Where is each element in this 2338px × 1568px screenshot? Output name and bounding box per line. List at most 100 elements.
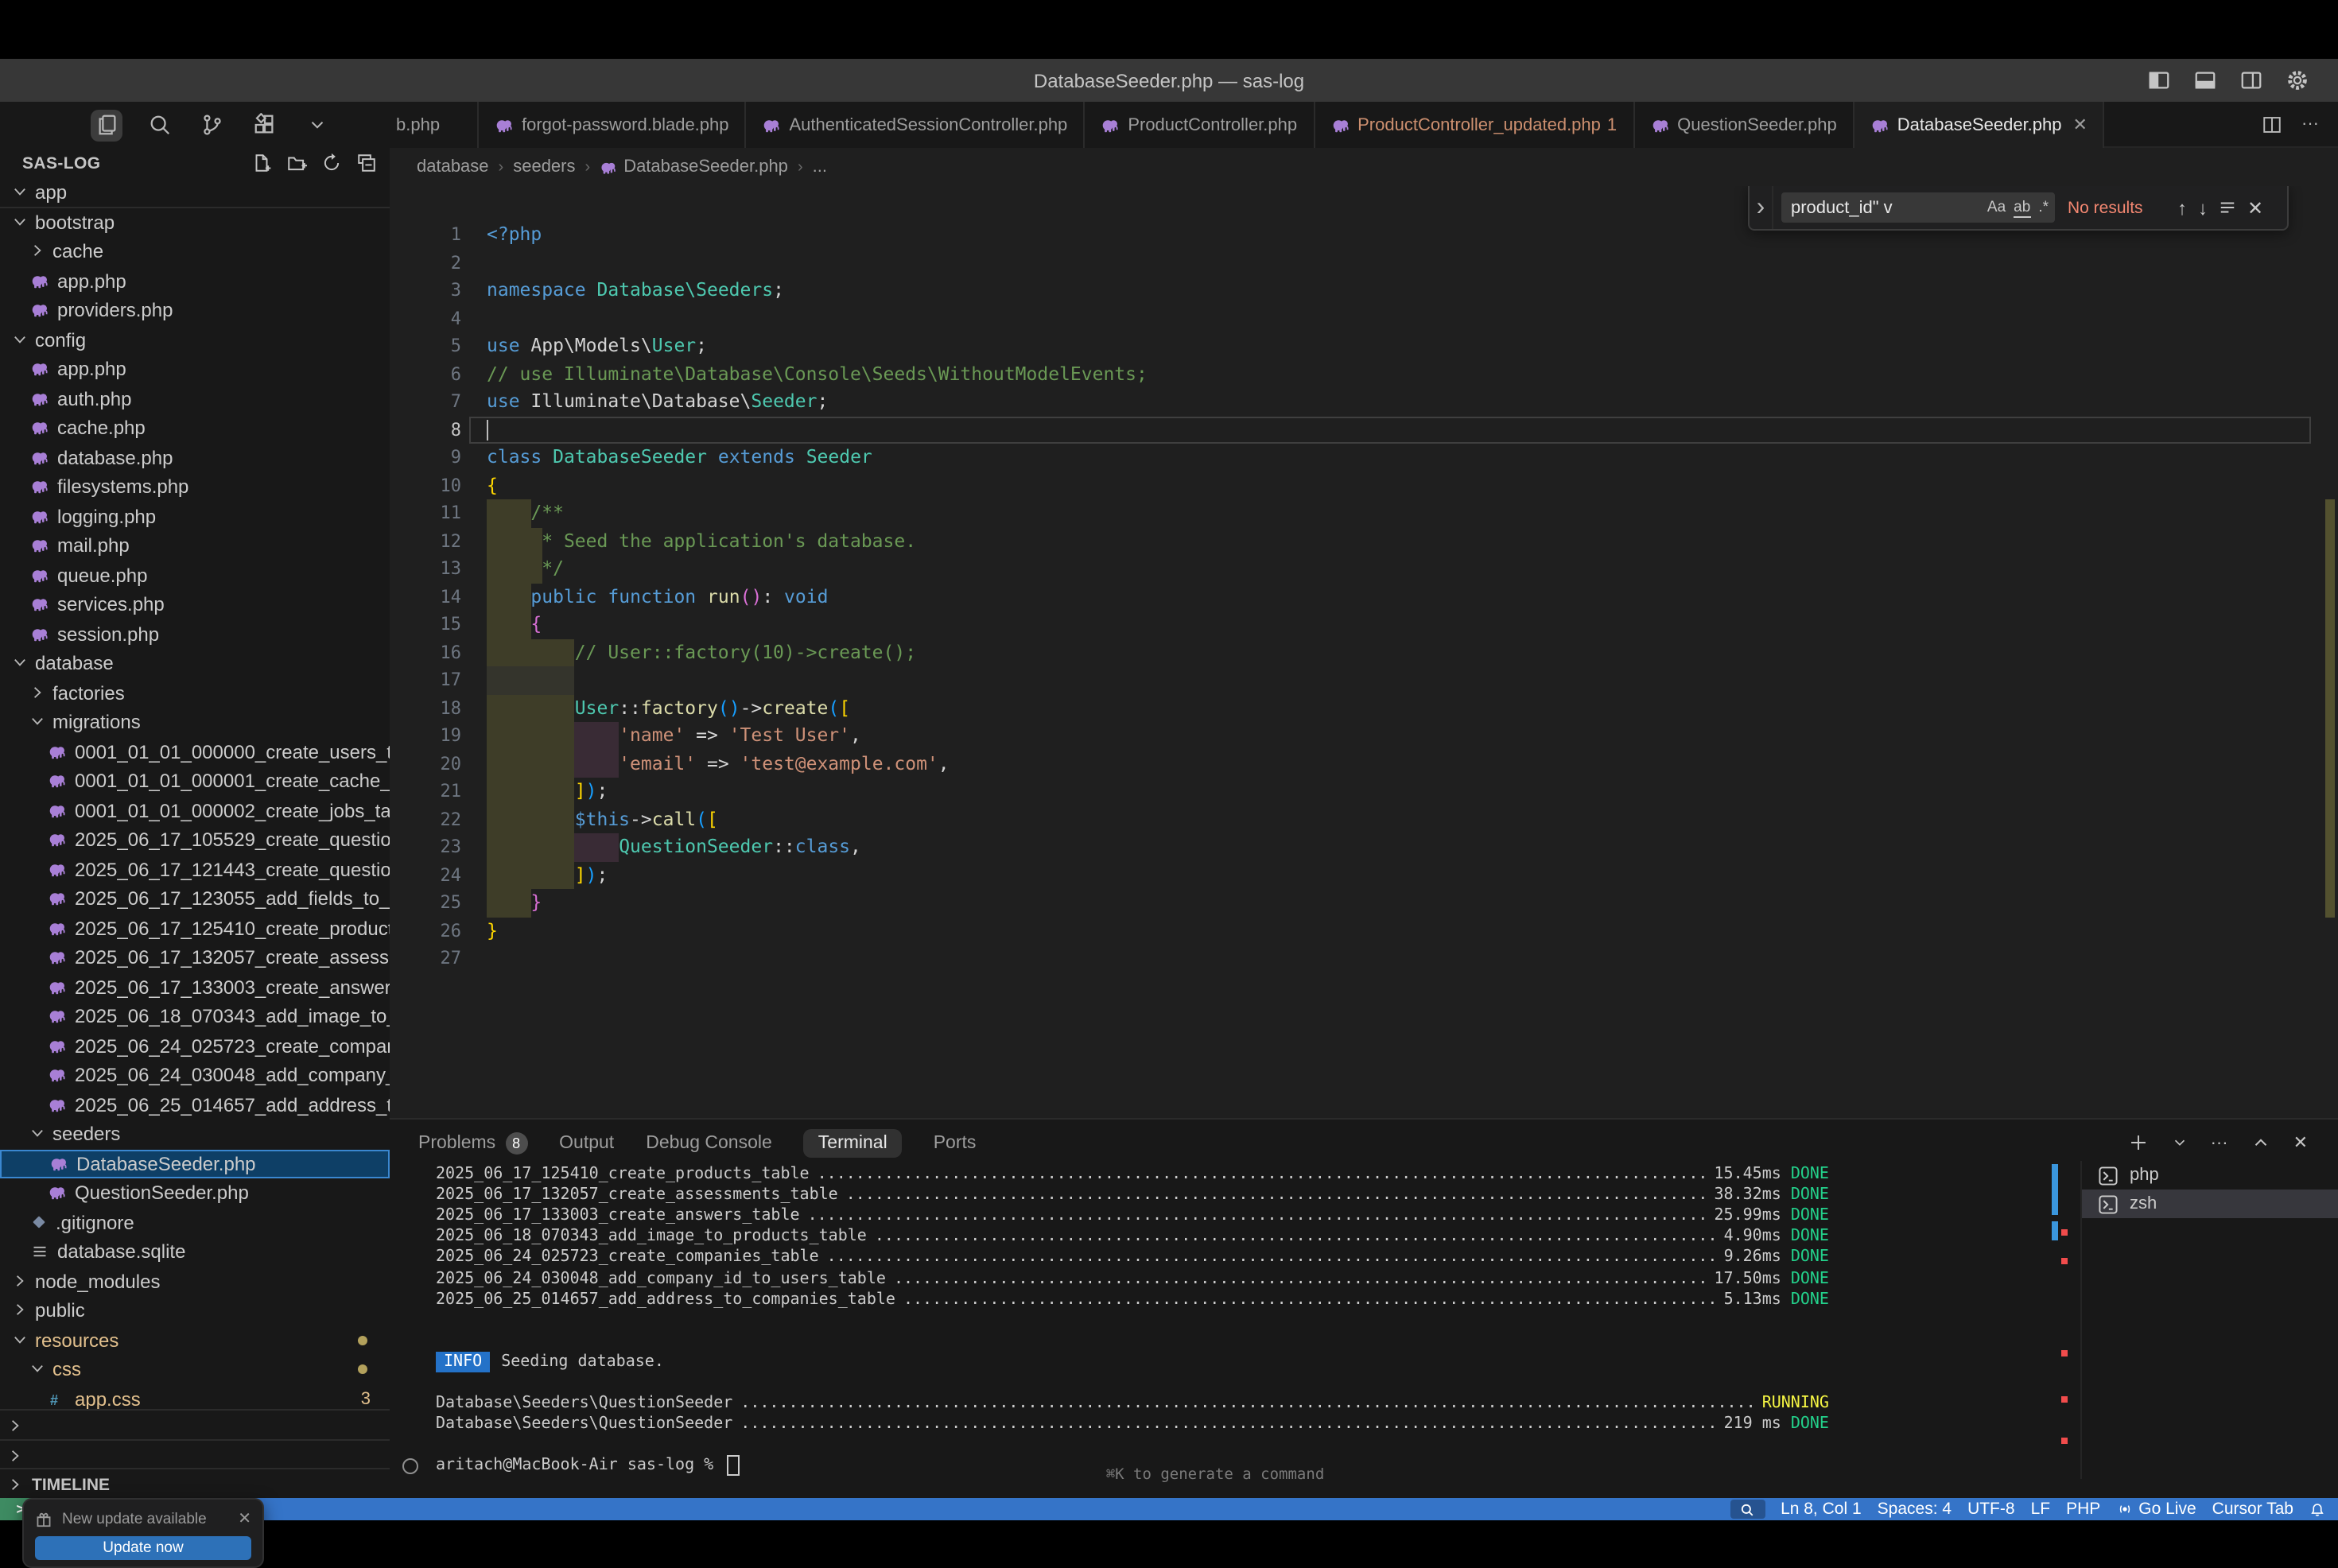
tree-item-folder[interactable]: seeders — [0, 1120, 390, 1149]
code-editor[interactable]: 1<?php23namespace Database\Seeders;45use… — [390, 186, 2338, 1220]
breadcrumb[interactable]: database›seeders›DatabaseSeeder.php›... — [390, 148, 2338, 186]
refresh-icon[interactable] — [321, 153, 342, 173]
terminal[interactable]: 2025_06_17_125410_create_products_table … — [402, 1164, 1829, 1482]
layout-sidebar-right-icon[interactable] — [2239, 68, 2263, 92]
new-file-icon[interactable] — [251, 153, 272, 173]
tree-item-file[interactable]: 0001_01_01_000001_create_cache_ta... — [0, 767, 390, 796]
tree-item-file[interactable]: 2025_06_17_132057_create_assessme... — [0, 943, 390, 972]
split-editor-icon[interactable] — [2262, 114, 2282, 134]
settings-gear-icon[interactable] — [2286, 68, 2309, 92]
code-line[interactable]: 13 */ — [390, 555, 2338, 583]
tree-item-file[interactable]: services.php — [0, 590, 390, 619]
tree-item-folder[interactable]: app — [0, 178, 390, 208]
find-next-icon[interactable]: ↓ — [2198, 196, 2208, 219]
tree-item-file[interactable]: 2025_06_25_014657_add_address_to... — [0, 1090, 390, 1120]
explorer-header[interactable]: SAS-LOG — [0, 148, 390, 178]
tree-item-folder[interactable]: resources — [0, 1325, 390, 1355]
tree-item-folder[interactable]: css — [0, 1355, 390, 1384]
code-line[interactable]: 14 public function run(): void — [390, 583, 2338, 611]
terminal-session-zsh[interactable]: zsh — [2082, 1190, 2338, 1218]
tree-item-file[interactable]: .gitignore — [0, 1208, 390, 1237]
close-panel-icon[interactable]: ✕ — [2293, 1132, 2308, 1153]
tab-forgot-password-blade-php[interactable]: forgot-password.blade.php — [479, 102, 747, 148]
code-line[interactable]: 11 /** — [390, 499, 2338, 527]
code-line[interactable]: 18 User::factory()->create([ — [390, 694, 2338, 722]
sidebar-section[interactable] — [0, 1438, 390, 1470]
layout-sidebar-left-icon[interactable] — [2147, 68, 2171, 92]
chevron-down-icon[interactable] — [301, 109, 332, 141]
code-line[interactable]: 25 } — [390, 889, 2338, 917]
tab-productcontroller-php[interactable]: ProductController.php — [1085, 102, 1315, 148]
tree-item-file[interactable]: 2025_06_24_030048_add_company_... — [0, 1061, 390, 1090]
terminal-session-php[interactable]: php — [2082, 1161, 2338, 1190]
bell-icon[interactable] — [2309, 1501, 2325, 1517]
code-line[interactable]: 27 — [390, 945, 2338, 972]
tree-item-file[interactable]: 2025_06_17_133003_create_answers_... — [0, 972, 390, 1002]
tree-item-folder[interactable]: bootstrap — [0, 208, 390, 237]
tree-item-file[interactable]: app.php — [0, 266, 390, 296]
tree-item-file[interactable]: 2025_06_18_070343_add_image_to_... — [0, 1002, 390, 1031]
tree-item-file[interactable]: database.php — [0, 443, 390, 472]
find-close-icon[interactable]: ✕ — [2247, 196, 2263, 219]
tab-close-icon[interactable]: ✕ — [2073, 114, 2088, 135]
panel-tab-problems[interactable]: Problems8 — [418, 1132, 527, 1155]
code-line[interactable]: 15 { — [390, 611, 2338, 638]
breadcrumb-item[interactable]: database — [417, 157, 489, 177]
panel-tab-debug-console[interactable]: Debug Console — [646, 1134, 772, 1153]
tree-item-file[interactable]: logging.php — [0, 502, 390, 531]
code-line[interactable]: 22 $this->call([ — [390, 805, 2338, 833]
more-actions-icon[interactable]: ··· — [2301, 114, 2319, 134]
notification-close-icon[interactable]: ✕ — [238, 1510, 251, 1527]
code-line[interactable]: 9class DatabaseSeeder extends Seeder — [390, 444, 2338, 472]
find-prev-icon[interactable]: ↑ — [2177, 196, 2187, 219]
tree-item-file[interactable]: queue.php — [0, 561, 390, 590]
code-line[interactable]: 4 — [390, 305, 2338, 332]
code-line[interactable]: 8 — [390, 416, 2338, 444]
go-live-status[interactable]: Go Live — [2116, 1500, 2196, 1519]
tab-b-php[interactable]: b.php — [390, 102, 479, 148]
search-icon[interactable] — [143, 109, 175, 141]
tree-item-file[interactable]: 0001_01_01_000000_create_users_ta... — [0, 737, 390, 767]
code-line[interactable]: 21 ]); — [390, 778, 2338, 805]
tree-item-file[interactable]: 2025_06_24_025723_create_compan... — [0, 1031, 390, 1061]
whole-word-icon[interactable]: ab — [2014, 198, 2030, 217]
layout-panel-icon[interactable] — [2193, 68, 2217, 92]
find-input[interactable]: product_id" v Aa ab .* — [1781, 192, 2055, 223]
code-line[interactable]: 3namespace Database\Seeders; — [390, 277, 2338, 305]
terminal-sessions-list[interactable]: phpzsh — [2080, 1161, 2338, 1479]
code-line[interactable]: 26} — [390, 917, 2338, 945]
breadcrumb-item[interactable]: DatabaseSeeder.php — [600, 157, 788, 177]
tree-item-file[interactable]: auth.php — [0, 384, 390, 413]
tree-item-folder[interactable]: cache — [0, 237, 390, 266]
tab-questionseeder-php[interactable]: QuestionSeeder.php — [1634, 102, 1854, 148]
find-expand-icon[interactable]: › — [1750, 186, 1773, 229]
new-folder-icon[interactable] — [286, 153, 307, 173]
tree-item-file[interactable]: providers.php — [0, 296, 390, 325]
sidebar-section-timeline[interactable]: TIMELINE — [0, 1468, 390, 1500]
tree-item-file[interactable]: 2025_06_17_121443_create_questions... — [0, 855, 390, 884]
zoom-status-icon[interactable] — [1730, 1500, 1765, 1519]
collapse-all-icon[interactable] — [356, 153, 377, 173]
tree-item-folder[interactable]: factories — [0, 678, 390, 708]
code-line[interactable]: 19 'name' => 'Test User', — [390, 722, 2338, 750]
tab-authenticatedsessioncontroller-php[interactable]: AuthenticatedSessionController.php — [747, 102, 1086, 148]
code-line[interactable]: 10{ — [390, 472, 2338, 499]
breadcrumb-item[interactable]: ... — [813, 157, 827, 177]
source-control-icon[interactable] — [196, 109, 227, 141]
tree-item-file[interactable]: 2025_06_17_105529_create_question... — [0, 825, 390, 855]
tree-item-file[interactable]: 2025_06_17_125410_create_products... — [0, 914, 390, 943]
language-status[interactable]: PHP — [2066, 1500, 2100, 1519]
tree-item-file[interactable]: 2025_06_17_123055_add_fields_to_u... — [0, 884, 390, 914]
tree-item-folder[interactable]: public — [0, 1296, 390, 1325]
title-bar[interactable]: DatabaseSeeder.php — sas-log — [0, 59, 2338, 102]
code-line[interactable]: 24 ]); — [390, 861, 2338, 889]
code-line[interactable]: 6// use Illuminate\Database\Console\Seed… — [390, 360, 2338, 388]
encoding-status[interactable]: UTF-8 — [1967, 1500, 2015, 1519]
tree-item-file[interactable]: app.php — [0, 355, 390, 384]
tree-item-folder[interactable]: migrations — [0, 708, 390, 737]
tree-item-file[interactable]: session.php — [0, 619, 390, 649]
update-now-button[interactable]: Update now — [35, 1536, 251, 1560]
tree-item-file[interactable]: mail.php — [0, 531, 390, 561]
code-line[interactable]: 12 * Seed the application's database. — [390, 527, 2338, 555]
tab-databaseseeder-php[interactable]: DatabaseSeeder.php✕ — [1854, 102, 2105, 148]
